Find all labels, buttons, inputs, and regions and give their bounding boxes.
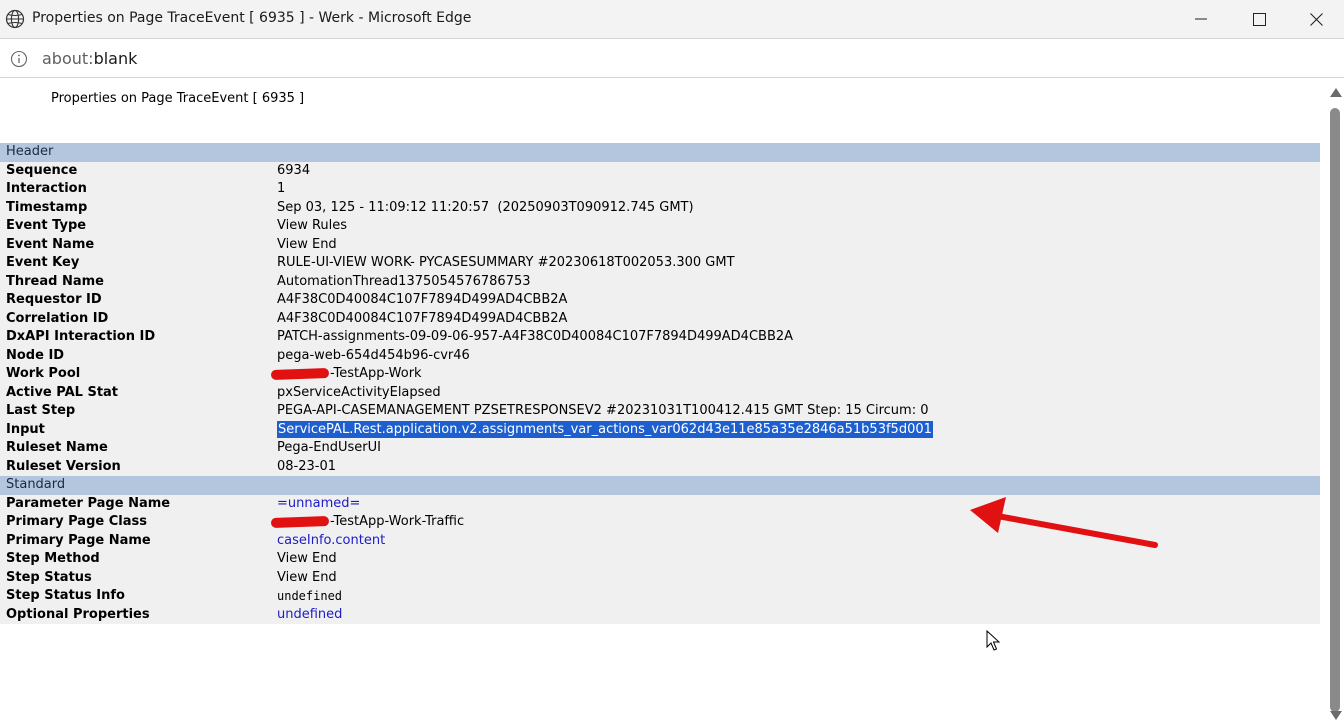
property-key: Primary Page Class [0, 513, 271, 532]
property-key: Step Method [0, 550, 271, 569]
property-key: Ruleset Version [0, 457, 271, 476]
section-header: Standard [0, 476, 1320, 495]
window-title: Properties on Page TraceEvent [ 6935 ] -… [32, 10, 472, 26]
property-value: pxServiceActivityElapsed [271, 383, 1320, 402]
table-row: Ruleset Name Pega-EndUserUI [0, 439, 1320, 458]
property-value: pega-web-654d454b96-cvr46 [271, 346, 1320, 365]
vertical-scrollbar[interactable] [1328, 78, 1344, 728]
property-key: Interaction [0, 180, 271, 199]
maximize-icon [1252, 12, 1266, 26]
property-value-cell: -TestApp-Work [270, 365, 1320, 384]
redaction-mark [270, 515, 330, 528]
property-key: Optional Properties [0, 605, 271, 624]
property-key: Parameter Page Name [0, 494, 271, 513]
property-value: Pega-EndUserUI [271, 439, 1320, 458]
property-key: Timestamp [0, 198, 271, 217]
property-value: A4F38C0D40084C107F7894D499AD4CBB2A [271, 309, 1320, 328]
page-content: Properties on Page TraceEvent [ 6935 ] H… [0, 78, 1328, 728]
property-value: PATCH-assignments-09-09-06-957-A4F38C0D4… [271, 328, 1320, 347]
redaction-mark [270, 367, 330, 380]
address-bar[interactable]: about:blank [0, 38, 1344, 78]
property-key: Active PAL Stat [0, 383, 271, 402]
annotation-arrow-icon [970, 497, 1158, 548]
table-row: Node ID pega-web-654d454b96-cvr46 [0, 346, 1320, 365]
property-key: DxAPI Interaction ID [0, 328, 271, 347]
property-key: Last Step [0, 402, 271, 421]
scrollbar-thumb[interactable] [1330, 108, 1340, 712]
property-value: PEGA-API-CASEMANAGEMENT PZSETRESPONSEV2 … [271, 402, 1320, 421]
property-value: View End [271, 235, 1320, 254]
close-button[interactable] [1287, 0, 1344, 38]
property-key: Primary Page Name [0, 531, 271, 550]
table-row: Correlation ID A4F38C0D40084C107F7894D499… [0, 309, 1320, 328]
section-label: Header [0, 143, 1320, 162]
property-key: Requestor ID [0, 291, 271, 310]
property-value: View Rules [271, 217, 1320, 236]
scroll-up-icon[interactable] [1330, 88, 1342, 97]
minimize-icon [1195, 18, 1207, 20]
table-row: Interaction 1 [0, 180, 1320, 199]
scroll-down-icon[interactable] [1330, 711, 1342, 720]
section-header: Header [0, 143, 1320, 162]
page-title: Properties on Page TraceEvent [ 6935 ] [51, 91, 305, 106]
table-row: Thread Name AutomationThread1375054576786… [0, 272, 1320, 291]
table-row: Step Status Info undefined [0, 587, 1320, 606]
table-row: Last Step PEGA-API-CASEMANAGEMENT PZSETRE… [0, 402, 1320, 421]
property-key: Thread Name [0, 272, 271, 291]
mouse-cursor-icon [986, 630, 1000, 651]
property-value: undefined [271, 587, 1320, 606]
property-key: Node ID [0, 346, 271, 365]
selected-input-value[interactable]: ServicePAL.Rest.application.v2.assignmen… [277, 420, 933, 438]
table-row: Ruleset Version 08-23-01 [0, 457, 1320, 476]
property-value: 08-23-01 [271, 457, 1320, 476]
property-key: Event Type [0, 217, 271, 236]
url-text[interactable]: about:blank [42, 49, 137, 68]
table-row: Optional Properties undefined [0, 605, 1320, 624]
table-row: Timestamp Sep 03, 125 - 11:09:12 11:20:57… [0, 198, 1320, 217]
property-key: Event Name [0, 235, 271, 254]
property-key: Input [0, 420, 271, 439]
property-key: Sequence [0, 161, 271, 180]
info-icon[interactable] [10, 50, 28, 68]
table-row: Step Status View End [0, 568, 1320, 587]
section-label: Standard [0, 476, 1320, 495]
table-row: Event Key RULE-UI-VIEW WORK- PYCASESUMMAR… [0, 254, 1320, 273]
property-value: RULE-UI-VIEW WORK- PYCASESUMMARY #202306… [271, 254, 1320, 273]
table-row: Work Pool -TestApp-Work [0, 365, 1320, 384]
minimize-button[interactable] [1172, 0, 1230, 38]
close-icon [1309, 12, 1323, 26]
table-row: Event Type View Rules [0, 217, 1320, 236]
property-value: View End [271, 568, 1320, 587]
property-value: 1 [271, 180, 1320, 199]
url-scheme: about: [42, 49, 94, 68]
property-key: Step Status [0, 568, 271, 587]
table-row: Sequence 6934 [0, 161, 1320, 180]
table-row: Input ServicePAL.Rest.application.v2.assi… [0, 420, 1320, 439]
property-key: Ruleset Name [0, 439, 271, 458]
globe-icon [5, 9, 25, 29]
property-value-link[interactable]: undefined [271, 605, 1320, 624]
table-row: Active PAL Stat pxServiceActivityElapsed [0, 383, 1320, 402]
property-key: Event Key [0, 254, 271, 273]
property-value-cell: ServicePAL.Rest.application.v2.assignmen… [271, 420, 1320, 439]
property-value: AutomationThread1375054576786753 [271, 272, 1320, 291]
property-value: -TestApp-Work-Traffic [330, 514, 465, 529]
title-bar: Properties on Page TraceEvent [ 6935 ] -… [0, 0, 1344, 38]
property-value: -TestApp-Work [330, 366, 422, 381]
property-value: A4F38C0D40084C107F7894D499AD4CBB2A [271, 291, 1320, 310]
property-key: Step Status Info [0, 587, 271, 606]
maximize-button[interactable] [1230, 0, 1288, 38]
property-key: Correlation ID [0, 309, 271, 328]
table-row: Event Name View End [0, 235, 1320, 254]
url-path: blank [93, 49, 138, 68]
property-value: 6934 [271, 161, 1320, 180]
table-row: Requestor ID A4F38C0D40084C107F7894D499AD… [0, 291, 1320, 310]
table-row: DxAPI Interaction ID PATCH-assignments-09… [0, 328, 1320, 347]
property-value: Sep 03, 125 - 11:09:12 11:20:57 (2025090… [271, 198, 1320, 217]
property-key: Work Pool [0, 365, 271, 384]
